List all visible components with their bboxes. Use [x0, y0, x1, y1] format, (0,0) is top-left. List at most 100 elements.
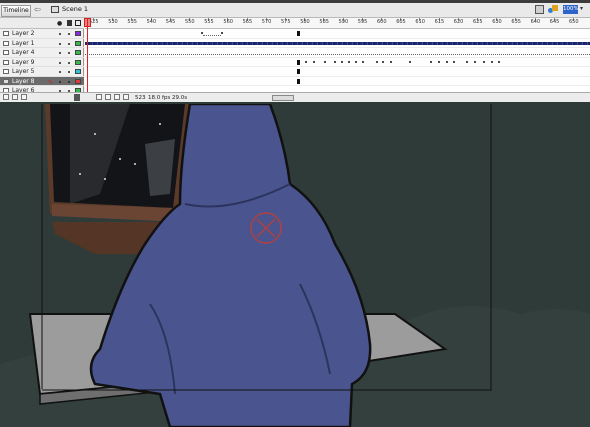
keyframe[interactable] — [446, 60, 448, 63]
keyframe[interactable] — [498, 60, 500, 63]
keyframe[interactable] — [324, 60, 326, 63]
keyframe[interactable] — [430, 60, 432, 63]
keyframe[interactable] — [341, 60, 343, 63]
keyframe[interactable] — [409, 60, 411, 63]
keyframe[interactable] — [348, 60, 350, 63]
layer-row[interactable]: Layer 1 — [0, 39, 84, 49]
outline-icon[interactable] — [75, 20, 81, 26]
zoom-dropdown-icon[interactable]: ▾ — [580, 5, 583, 12]
keyframe[interactable] — [355, 60, 357, 63]
keyframe[interactable] — [453, 60, 455, 63]
scene-artwork — [0, 104, 590, 427]
keyframe[interactable] — [382, 60, 384, 63]
frame-row[interactable] — [85, 77, 590, 86]
frame-row[interactable] — [85, 48, 590, 58]
timeline-status-bar: 523 18.0 fps 29.0s — [0, 92, 590, 102]
frame-grid[interactable]: 525 530 535 540 545 550 555 560 565 570 575 580 585 5… — [85, 18, 590, 92]
layer-row[interactable]: Layer 4 — [0, 48, 84, 58]
frame-rate[interactable]: 18.0 fps — [148, 93, 170, 103]
back-arrow-icon[interactable]: ⇦ — [34, 5, 41, 14]
visibility-dot[interactable] — [59, 80, 61, 83]
layer-row[interactable]: Layer 2 — [0, 29, 84, 39]
ruler-label: 625 — [473, 19, 483, 25]
keyframe[interactable] — [297, 69, 300, 74]
visibility-dot[interactable] — [59, 42, 61, 45]
ruler-label: 570 — [261, 19, 272, 25]
lock-dot[interactable] — [68, 71, 70, 73]
layer-name[interactable]: Layer 8 — [12, 77, 34, 87]
outline-color-swatch[interactable] — [75, 31, 81, 36]
layer-icon — [3, 59, 9, 65]
ruler-label: 545 — [165, 19, 176, 25]
layer-row[interactable]: Layer 8 ✎ — [0, 76, 84, 87]
layer-name[interactable]: Layer 5 — [12, 67, 34, 77]
visibility-dot[interactable] — [59, 61, 61, 64]
lock-icon[interactable] — [67, 20, 72, 26]
insert-guide-icon[interactable] — [12, 94, 18, 100]
timeline-scrollbar[interactable] — [272, 95, 294, 101]
keyframe[interactable] — [297, 31, 300, 36]
keyframe[interactable] — [438, 60, 440, 63]
edit-symbol-icon[interactable] — [548, 5, 558, 14]
visibility-dot[interactable] — [59, 52, 61, 54]
layer-name[interactable]: Layer 4 — [12, 48, 34, 58]
keyframe[interactable] — [201, 32, 203, 34]
frame-row[interactable] — [85, 67, 590, 77]
keyframe[interactable] — [376, 60, 378, 63]
keyframe[interactable] — [466, 60, 468, 63]
eye-icon[interactable]: ● — [57, 20, 62, 27]
visibility-dot[interactable] — [59, 71, 61, 73]
frame-ruler[interactable]: 525 530 535 540 545 550 555 560 565 570 575 580 585 5… — [85, 18, 590, 29]
zoom-field[interactable]: 100% — [563, 5, 579, 14]
visibility-dot[interactable] — [59, 33, 61, 35]
edit-scene-icon[interactable] — [535, 5, 544, 14]
ruler-label: 595 — [357, 19, 368, 25]
keyframe[interactable] — [297, 59, 300, 65]
lock-dot[interactable] — [68, 52, 70, 54]
stage-canvas[interactable] — [0, 104, 590, 427]
layer-icon — [3, 78, 9, 84]
layer-name[interactable]: Layer 9 — [12, 58, 34, 68]
insert-layer-icon[interactable] — [3, 94, 9, 100]
ruler-label: 650 — [569, 19, 579, 25]
layer-list-header: ● — [0, 18, 84, 29]
frame-row[interactable] — [85, 39, 590, 48]
center-frame-icon[interactable] — [96, 94, 102, 100]
timeline-toggle-button[interactable]: Timeline — [1, 5, 31, 17]
lock-dot[interactable] — [68, 80, 70, 83]
keyframe[interactable] — [474, 60, 476, 63]
ruler-label: 530 — [108, 19, 118, 25]
keyframe[interactable] — [305, 60, 307, 63]
keyframe[interactable] — [297, 78, 300, 84]
layer-name[interactable]: Layer 1 — [12, 39, 34, 49]
layer-row[interactable]: Layer 5 — [0, 67, 84, 77]
lock-dot[interactable] — [68, 61, 70, 64]
keyframe[interactable] — [313, 60, 315, 63]
onion-outline-icon[interactable] — [114, 94, 120, 100]
layer-row[interactable]: Layer 9 — [0, 58, 84, 68]
keyframe[interactable] — [390, 60, 392, 63]
frame-row[interactable] — [85, 58, 590, 67]
trash-icon[interactable] — [74, 94, 80, 101]
edit-multiple-frames-icon[interactable] — [123, 94, 129, 100]
timeline-panel: ● Layer 2 Layer 1 Layer 4 Layer 9 Layer 5 Lay… — [0, 18, 590, 102]
lock-dot[interactable] — [68, 42, 70, 45]
playhead[interactable] — [87, 18, 88, 92]
outline-color-swatch[interactable] — [75, 59, 81, 65]
layer-name[interactable]: Layer 2 — [12, 29, 34, 39]
keyframe[interactable] — [221, 32, 223, 34]
onion-skin-icon[interactable] — [105, 94, 111, 100]
scene-breadcrumb[interactable]: Scene 1 — [62, 5, 88, 13]
lock-dot[interactable] — [68, 33, 70, 35]
ruler-label: 590 — [338, 19, 349, 25]
outline-color-swatch[interactable] — [75, 40, 81, 46]
keyframe[interactable] — [483, 60, 485, 63]
keyframe[interactable] — [491, 60, 493, 63]
frame-row[interactable] — [85, 29, 590, 39]
keyframe[interactable] — [362, 60, 364, 63]
outline-color-swatch[interactable] — [75, 78, 81, 84]
outline-color-swatch[interactable] — [75, 50, 81, 55]
insert-folder-icon[interactable] — [21, 94, 27, 100]
outline-color-swatch[interactable] — [75, 69, 81, 74]
keyframe[interactable] — [334, 60, 336, 63]
